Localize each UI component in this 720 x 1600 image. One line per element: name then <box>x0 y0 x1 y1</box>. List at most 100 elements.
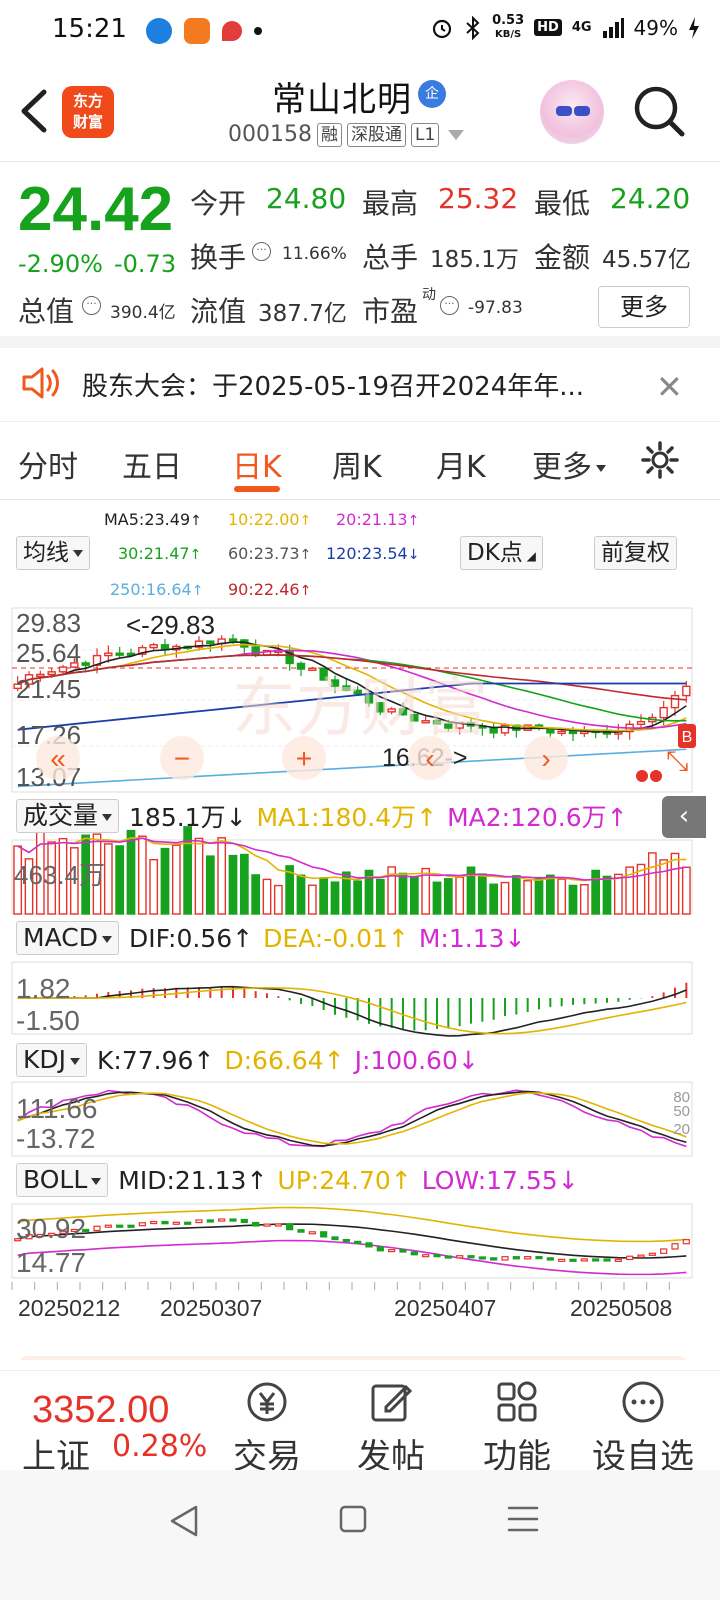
boll-candle <box>104 1224 112 1228</box>
boll-candle <box>456 1255 464 1259</box>
chevron-down-icon <box>101 935 112 943</box>
kdj-selector-label: KDJ <box>23 1045 67 1074</box>
macd-dea: DEA:-0.01↑ <box>263 924 409 953</box>
system-back-icon[interactable] <box>168 1504 200 1538</box>
kline-chart-area[interactable]: 东方财富29.8325.6421.4517.2613.07<-29.8316.6… <box>0 0 720 1360</box>
boll-candle <box>229 1218 237 1222</box>
volume-bar <box>239 853 249 915</box>
boll-candle <box>354 1240 362 1245</box>
trade-yen-icon <box>247 1382 287 1422</box>
nav-post[interactable]: 发帖 <box>336 1379 446 1478</box>
kdj-k-arrow: ↑ <box>193 1045 215 1075</box>
kdj-selector[interactable]: KDJ <box>16 1043 88 1077</box>
boll-candle <box>206 1219 214 1223</box>
nav-add-watchlist[interactable]: 设自选 <box>588 1379 698 1478</box>
volume-bar <box>409 876 419 915</box>
kline-candle <box>682 685 691 697</box>
chart-control-icon: › <box>541 743 550 774</box>
volume-bar <box>432 881 442 915</box>
boll-candle <box>512 1256 520 1260</box>
volume-bar <box>647 852 657 915</box>
boll-mid: MID:21.13↑ <box>118 1166 267 1195</box>
boll-up-line <box>17 1206 687 1243</box>
boll-selector-label: BOLL <box>23 1165 88 1194</box>
volume-bar <box>353 880 363 915</box>
volume-bar <box>500 881 510 915</box>
volume-bar <box>160 847 170 915</box>
kdj-k-text: K:77.96 <box>97 1045 194 1075</box>
kdj-y-label: -13.72 <box>16 1123 95 1154</box>
macd-dea-arrow: ↑ <box>387 923 409 953</box>
kline-candle <box>636 720 646 726</box>
grid-icon <box>497 1381 537 1422</box>
volume-bar <box>568 884 578 915</box>
boll-low-text: LOW:17.55 <box>421 1165 558 1195</box>
boll-candle <box>626 1255 634 1261</box>
volume-ma2-text: MA2:120.6万 <box>447 803 607 832</box>
macd-dif: DIF:0.56↑ <box>129 924 253 953</box>
kdj-d-line <box>17 1092 687 1145</box>
boll-candle <box>240 1218 248 1224</box>
last-price-tag-label: B <box>682 729 693 746</box>
volume-value-text: 185.1万 <box>129 803 226 832</box>
x-axis-label: 20250307 <box>160 1295 262 1321</box>
kline-candle <box>557 730 566 735</box>
kline-candle <box>296 662 306 670</box>
volume-bar <box>579 884 589 915</box>
volume-bar <box>613 873 623 915</box>
system-menu-icon[interactable] <box>506 1504 540 1534</box>
boll-candle <box>297 1229 305 1233</box>
macd-m: M:1.13↓ <box>419 924 526 953</box>
boll-candle <box>660 1248 668 1254</box>
index-price: 3352.00 <box>32 1389 170 1431</box>
x-axis-label: 20250407 <box>394 1295 496 1321</box>
volume-selector[interactable]: 成交量 <box>16 799 120 833</box>
boll-candle <box>388 1248 396 1253</box>
volume-bar <box>307 884 317 915</box>
volume-bar <box>262 878 272 915</box>
boll-selector[interactable]: BOLL <box>16 1163 109 1197</box>
volume-bar <box>681 866 691 915</box>
chart-control-icon: − <box>174 743 190 774</box>
kline-y-label: 25.64 <box>16 638 81 668</box>
volume-bar <box>115 845 125 915</box>
volume-bar <box>534 876 544 915</box>
macd-selector-label: MACD <box>23 923 98 952</box>
volume-bar <box>398 872 408 915</box>
boll-candle <box>138 1222 146 1227</box>
boll-candle <box>218 1218 226 1222</box>
kdj-j-line <box>17 1089 687 1148</box>
kline-high-marker: <-29.83 <box>126 610 215 640</box>
nav-functions[interactable]: 功能 <box>462 1379 572 1478</box>
volume-panel-header: 成交量 185.1万↓ MA1:180.4万↑ MA2:120.6万↑ <box>0 796 720 836</box>
macd-selector[interactable]: MACD <box>16 921 119 955</box>
boll-candle <box>172 1221 180 1225</box>
volume-bar <box>228 854 238 915</box>
macd-panel-header: MACD DIF:0.56↑ DEA:-0.01↑ M:1.13↓ <box>0 918 720 958</box>
boll-y-label: 30.92 <box>16 1213 86 1244</box>
boll-candle <box>444 1255 452 1259</box>
kline-candle <box>115 652 124 656</box>
ma250-line <box>17 748 687 788</box>
boll-candle <box>263 1223 271 1227</box>
volume-ma1: MA1:180.4万↑ <box>257 798 438 834</box>
macd-dif-text: DIF:0.56 <box>128 923 233 953</box>
collapse-panel-button[interactable]: ‹ <box>662 796 706 838</box>
boll-candle <box>252 1221 260 1227</box>
kline-candle <box>659 706 668 719</box>
volume-bar <box>319 877 329 915</box>
boll-candle <box>614 1258 622 1263</box>
macd-dea-text: DEA:-0.01 <box>263 923 388 953</box>
boll-candle <box>286 1223 294 1231</box>
boll-candle <box>478 1256 486 1260</box>
nav-trade[interactable]: 交易 <box>212 1379 322 1478</box>
boll-candle <box>195 1219 203 1224</box>
volume-bar <box>273 884 283 915</box>
boll-low-arrow: ↓ <box>557 1165 579 1195</box>
volume-bar <box>149 858 159 915</box>
x-axis-label: 20250212 <box>18 1295 120 1321</box>
boll-candle <box>308 1231 316 1235</box>
system-home-icon[interactable] <box>338 1504 368 1534</box>
boll-candle <box>524 1256 532 1260</box>
boll-up-text: UP:24.70 <box>277 1165 391 1195</box>
